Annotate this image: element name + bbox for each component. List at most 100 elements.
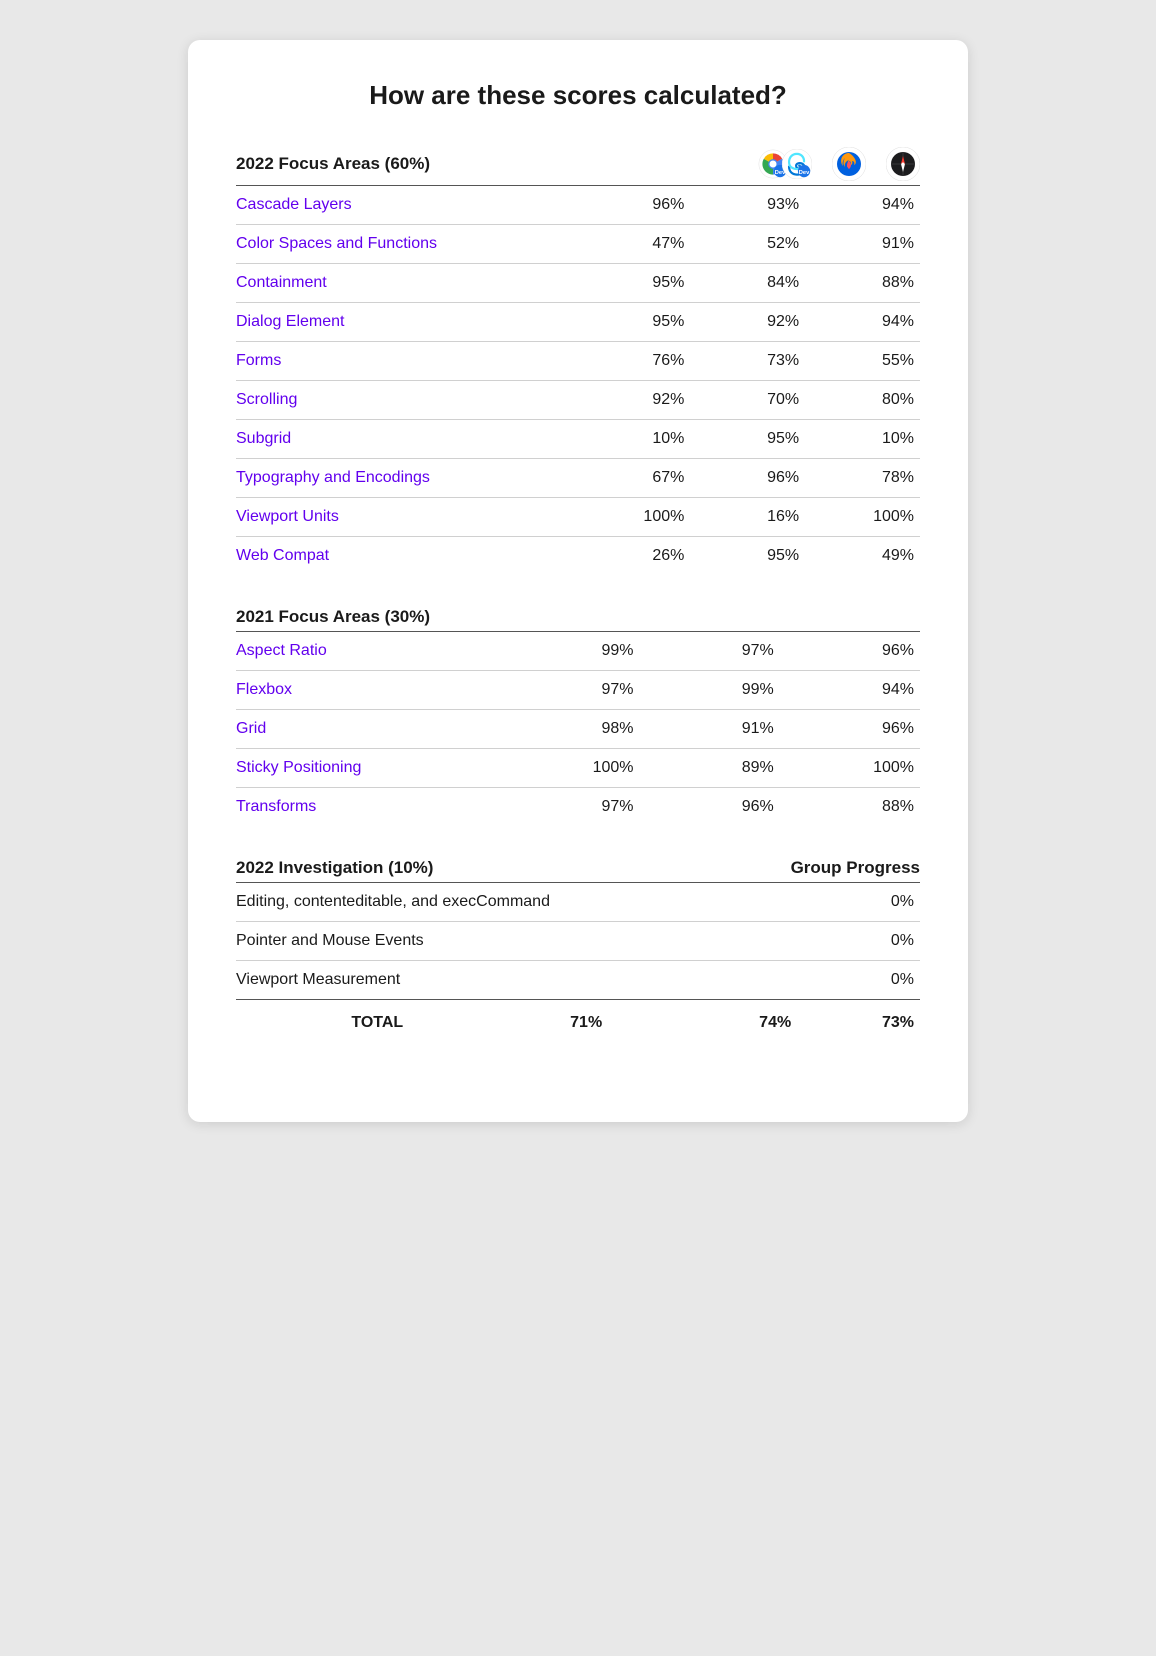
row-col1: 100%: [576, 498, 691, 537]
row-col2: 16%: [690, 498, 805, 537]
table-row: Grid 98% 91% 96%: [236, 710, 920, 749]
row-col1: 96%: [576, 186, 691, 225]
row-col3: 88%: [805, 264, 920, 303]
row-col2: 95%: [690, 420, 805, 459]
chrome-edge-dev-icons: Dev Dev: [758, 149, 812, 179]
row-col1: 100%: [499, 749, 639, 788]
main-card: How are these scores calculated? 2022 Fo…: [188, 40, 968, 1122]
total-label: TOTAL: [236, 1000, 419, 1043]
row-col3: 0%: [797, 883, 920, 922]
table-row: Forms 76% 73% 55%: [236, 342, 920, 381]
row-col3: 96%: [780, 710, 920, 749]
row-col1: 98%: [499, 710, 639, 749]
total-col3: 73%: [797, 1000, 920, 1043]
row-col3: 94%: [805, 186, 920, 225]
table-row: Typography and Encodings 67% 96% 78%: [236, 459, 920, 498]
row-col3: 91%: [805, 225, 920, 264]
row-col2: 92%: [690, 303, 805, 342]
row-col3: 0%: [797, 922, 920, 961]
row-name: Viewport Measurement: [236, 961, 797, 1000]
table-row: Web Compat 26% 95% 49%: [236, 537, 920, 576]
row-col2: 52%: [690, 225, 805, 264]
section-2021-header: 2021 Focus Areas (30%): [236, 607, 920, 627]
group-progress-label: Group Progress: [791, 858, 920, 878]
table-row: Sticky Positioning 100% 89% 100%: [236, 749, 920, 788]
table-2022-focus: Cascade Layers 96% 93% 94% Color Spaces …: [236, 185, 920, 575]
safari-icon: [886, 147, 920, 181]
row-name[interactable]: Color Spaces and Functions: [236, 225, 576, 264]
row-name[interactable]: Subgrid: [236, 420, 576, 459]
row-name[interactable]: Containment: [236, 264, 576, 303]
row-name[interactable]: Dialog Element: [236, 303, 576, 342]
row-col1: 92%: [576, 381, 691, 420]
table-row: Color Spaces and Functions 47% 52% 91%: [236, 225, 920, 264]
row-col2: 95%: [690, 537, 805, 576]
row-col3: 100%: [805, 498, 920, 537]
table-2022-investigation: Editing, contenteditable, and execComman…: [236, 882, 920, 1042]
row-col1: 97%: [499, 788, 639, 827]
row-col3: 55%: [805, 342, 920, 381]
section-2022-focus: 2022 Focus Areas (60%): [236, 147, 920, 575]
row-name[interactable]: Sticky Positioning: [236, 749, 499, 788]
row-col3: 10%: [805, 420, 920, 459]
row-name[interactable]: Transforms: [236, 788, 499, 827]
table-row: Viewport Units 100% 16% 100%: [236, 498, 920, 537]
row-col2: 84%: [690, 264, 805, 303]
row-name[interactable]: Viewport Units: [236, 498, 576, 537]
firefox-icon: [832, 147, 866, 181]
row-col2: 99%: [639, 671, 779, 710]
row-col1: 95%: [576, 264, 691, 303]
table-2021-focus: Aspect Ratio 99% 97% 96% Flexbox 97% 99%…: [236, 631, 920, 826]
table-row: Subgrid 10% 95% 10%: [236, 420, 920, 459]
row-col1: 97%: [499, 671, 639, 710]
table-row: Transforms 97% 96% 88%: [236, 788, 920, 827]
row-col3: 94%: [780, 671, 920, 710]
row-name[interactable]: Cascade Layers: [236, 186, 576, 225]
row-col3: 100%: [780, 749, 920, 788]
row-col1: 47%: [576, 225, 691, 264]
row-col2: 89%: [639, 749, 779, 788]
row-col3: 78%: [805, 459, 920, 498]
row-name: Editing, contenteditable, and execComman…: [236, 883, 797, 922]
row-col2: 70%: [690, 381, 805, 420]
row-name[interactable]: Forms: [236, 342, 576, 381]
section-2022-investigation: 2022 Investigation (10%) Group Progress …: [236, 858, 920, 1042]
row-col1: 10%: [576, 420, 691, 459]
row-col3: 96%: [780, 632, 920, 671]
row-col1: 95%: [576, 303, 691, 342]
row-col1: 99%: [499, 632, 639, 671]
row-col2: 93%: [690, 186, 805, 225]
row-name[interactable]: Flexbox: [236, 671, 499, 710]
total-col1: 71%: [419, 1000, 608, 1043]
row-col2: 96%: [690, 459, 805, 498]
table-row: Dialog Element 95% 92% 94%: [236, 303, 920, 342]
table-row: Flexbox 97% 99% 94%: [236, 671, 920, 710]
section-2022inv-header: 2022 Investigation (10%) Group Progress: [236, 858, 920, 878]
row-name[interactable]: Aspect Ratio: [236, 632, 499, 671]
row-name[interactable]: Grid: [236, 710, 499, 749]
table-row: Cascade Layers 96% 93% 94%: [236, 186, 920, 225]
section-2022-title: 2022 Focus Areas (60%): [236, 154, 758, 174]
total-row: TOTAL 71% 74% 73%: [236, 1000, 920, 1043]
section-2021-focus: 2021 Focus Areas (30%) Aspect Ratio 99% …: [236, 607, 920, 826]
row-col2: 96%: [639, 788, 779, 827]
row-col1: 67%: [576, 459, 691, 498]
row-col1: 76%: [576, 342, 691, 381]
table-row: Aspect Ratio 99% 97% 96%: [236, 632, 920, 671]
section-2021-title: 2021 Focus Areas (30%): [236, 607, 920, 627]
table-row: Containment 95% 84% 88%: [236, 264, 920, 303]
row-name[interactable]: Web Compat: [236, 537, 576, 576]
table-row: Editing, contenteditable, and execComman…: [236, 883, 920, 922]
section-2022inv-title: 2022 Investigation (10%): [236, 858, 791, 878]
row-name[interactable]: Typography and Encodings: [236, 459, 576, 498]
row-col2: 91%: [639, 710, 779, 749]
row-name[interactable]: Scrolling: [236, 381, 576, 420]
row-name: Pointer and Mouse Events: [236, 922, 797, 961]
row-col2: 97%: [639, 632, 779, 671]
row-col3: 94%: [805, 303, 920, 342]
section-2022-header-row: 2022 Focus Areas (60%): [236, 147, 920, 181]
table-row: Viewport Measurement 0%: [236, 961, 920, 1000]
browser-icons: Dev Dev: [758, 147, 920, 181]
table-row: Pointer and Mouse Events 0%: [236, 922, 920, 961]
row-col3: 80%: [805, 381, 920, 420]
